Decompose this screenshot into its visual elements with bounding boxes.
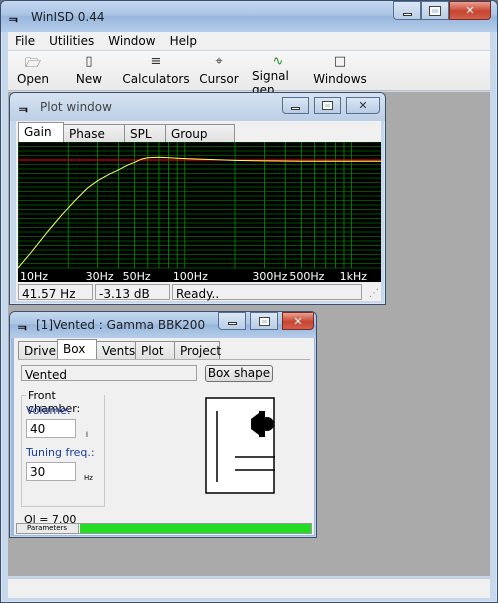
tab-plot[interactable]: Plot: [135, 341, 175, 359]
box-window-icon: ⫬: [18, 316, 27, 334]
signal-generator-icon: ∿: [272, 54, 284, 69]
front-chamber-group: Front chamber: Volume: 40 l Tuning freq.…: [21, 389, 105, 507]
x-tick-label: 30Hz: [86, 270, 114, 282]
tab-project[interactable]: Project: [174, 341, 221, 359]
plot-maximize-button[interactable]: [314, 97, 341, 114]
new-button[interactable]: ▯ New: [58, 51, 120, 90]
plot-minimize-button[interactable]: [282, 97, 309, 114]
plot-window: ⫬ Plot window ✕ Gain Phase plot SPL Grou…: [9, 92, 386, 305]
signal-gen-button[interactable]: ∿ Signal gen.: [246, 51, 310, 97]
maximize-button[interactable]: [421, 1, 449, 20]
tab-box[interactable]: Box: [57, 339, 97, 359]
gain-chart[interactable]: 10Hz 30Hz 50Hz 100Hz 300Hz 500Hz 1kHz: [18, 142, 381, 282]
menu-utilities[interactable]: Utilities: [42, 32, 101, 50]
tab-vents[interactable]: Vents: [96, 341, 136, 359]
tab-phase-plot[interactable]: Phase plot: [63, 124, 125, 155]
cursor-label: Cursor: [199, 72, 239, 86]
menu-bar: File Utilities Window Help: [8, 32, 490, 50]
tuning-input[interactable]: 30: [26, 462, 76, 481]
maximize-icon: [322, 101, 333, 110]
windows-icon: □: [333, 54, 347, 69]
plot-tabs: Gain Phase plot SPL Group delay: [18, 122, 235, 155]
volume-label: Volume:: [26, 404, 71, 417]
tuning-label: Tuning freq.:: [26, 446, 95, 459]
windows-button[interactable]: □ Windows: [310, 51, 370, 90]
box-shape-diagram: [205, 397, 275, 494]
new-project-icon: ▯: [85, 54, 93, 69]
calculators-label: Calculators: [122, 72, 190, 86]
chart-background: [18, 142, 381, 282]
close-icon: ✕: [293, 314, 303, 328]
calculators-button[interactable]: ≡ Calculators: [120, 51, 192, 90]
cursor-button[interactable]: ⌖ Cursor: [192, 51, 246, 90]
main-titlebar[interactable]: ⫬ WinISD 0.44 ✕: [1, 1, 497, 32]
gain-readout: -3.13 dB: [95, 284, 170, 301]
tab-group-delay[interactable]: Group delay: [165, 124, 235, 155]
close-icon: ✕: [465, 4, 475, 17]
toolbar: 🗁 Open ▯ New ≡ Calculators ⌖ Cursor ∿ Si…: [8, 51, 490, 97]
cursor-icon: ⌖: [215, 54, 223, 69]
open-label: Open: [16, 72, 50, 86]
x-tick-label: 10Hz: [20, 270, 48, 282]
close-button[interactable]: ✕: [449, 1, 491, 20]
minimize-button[interactable]: [393, 1, 421, 20]
folder-icon: 🗁: [24, 56, 42, 71]
minimize-icon: [402, 12, 412, 16]
box-window: ⫬ [1]Vented : Gamma BBK200 ✕ Driver Box …: [9, 311, 317, 538]
box-panel: Driver Box Vents Plot Project Vented Box…: [14, 338, 314, 535]
resize-grip-icon[interactable]: ⋰: [369, 288, 379, 299]
open-button[interactable]: 🗁 Open: [8, 51, 58, 90]
box-window-title: [1]Vented : Gamma BBK200: [36, 318, 206, 332]
volume-unit: l: [86, 431, 88, 439]
x-tick-label: 1kHz: [340, 270, 368, 282]
plot-close-button[interactable]: ✕: [346, 97, 380, 114]
plot-status-text: Ready..: [172, 284, 362, 301]
tab-gain[interactable]: Gain: [18, 122, 64, 142]
maximize-icon: [258, 316, 270, 326]
main-window-title: WinISD 0.44: [31, 9, 105, 24]
parameters-label: Parameters: [17, 524, 79, 533]
box-type-field: Vented: [21, 365, 197, 382]
minimize-icon: [227, 322, 237, 325]
new-label: New: [75, 72, 103, 86]
parameters-progress: Parameters: [16, 523, 312, 534]
box-tabs: Driver Box Vents Plot Project: [18, 339, 221, 359]
x-tick-label: 100Hz: [173, 270, 208, 282]
box-shape-button[interactable]: Box shape: [205, 365, 273, 382]
box-minimize-button[interactable]: [218, 312, 246, 330]
close-icon: ✕: [358, 99, 368, 112]
tab-driver[interactable]: Driver: [18, 341, 61, 359]
windows-label: Windows: [313, 72, 367, 86]
box-close-button[interactable]: ✕: [282, 312, 314, 330]
maximize-icon: [429, 5, 441, 16]
x-tick-label: 500Hz: [289, 270, 324, 282]
box-titlebar[interactable]: ⫬ [1]Vented : Gamma BBK200 ✕: [10, 312, 316, 338]
box-maximize-button[interactable]: [250, 312, 278, 330]
minimize-icon: [291, 106, 300, 110]
menu-help[interactable]: Help: [163, 32, 204, 50]
volume-input[interactable]: 40: [26, 419, 76, 438]
box-tab-content: Vented Box shape Front chamber: Volume: …: [18, 359, 310, 526]
plot-panel: Gain Phase plot SPL Group delay 10Hz 30Hz…: [16, 121, 381, 301]
winisd-logo-icon: ⫬: [9, 7, 18, 26]
main-status-bar: [8, 578, 490, 598]
x-tick-label: 300Hz: [252, 270, 287, 282]
x-tick-label: 50Hz: [123, 270, 151, 282]
calculator-icon: ≡: [150, 54, 162, 69]
plot-window-title: Plot window: [40, 100, 112, 114]
plot-titlebar[interactable]: ⫬ Plot window ✕: [10, 93, 385, 121]
frequency-readout: 41.57 Hz: [18, 284, 93, 301]
menu-window[interactable]: Window: [101, 32, 162, 50]
menu-file[interactable]: File: [8, 32, 42, 50]
tuning-unit: Hz: [84, 474, 93, 482]
tab-spl[interactable]: SPL: [124, 124, 166, 142]
plot-window-icon: ⫬: [19, 98, 28, 116]
progress-fill: [80, 524, 311, 533]
